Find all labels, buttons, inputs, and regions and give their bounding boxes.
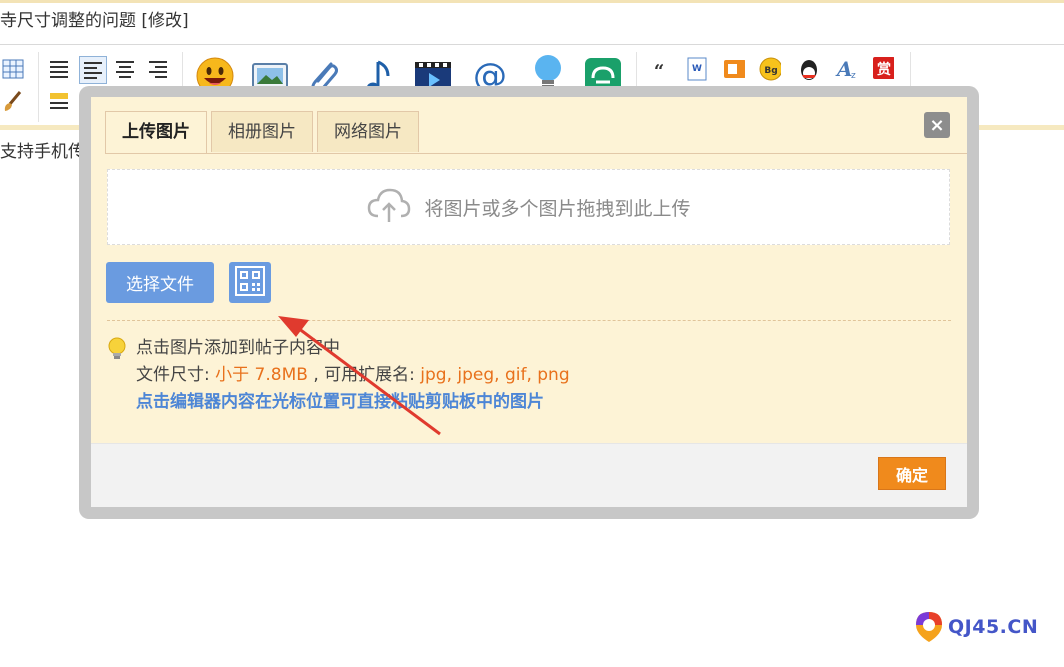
watermark-logo: QJ45.CN [914, 610, 1038, 644]
watermark-text: QJ45.CN [948, 616, 1039, 638]
logo-pin-icon [916, 612, 942, 642]
red-arrow-annotation [278, 316, 441, 436]
